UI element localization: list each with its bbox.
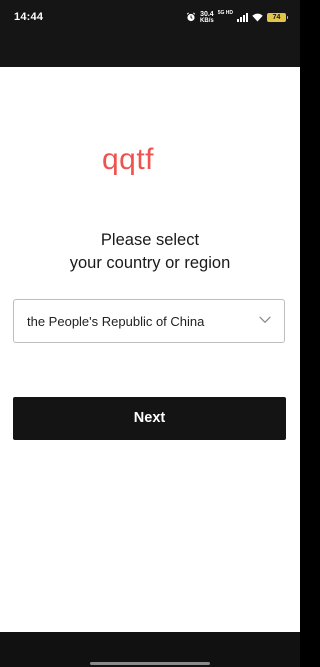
network-speed-value: 30.4 <box>200 10 214 18</box>
alarm-icon <box>186 12 196 22</box>
selected-country: the People's Republic of China <box>27 314 205 329</box>
status-time: 14:44 <box>14 11 44 23</box>
network-speed: 30.4 KB/s <box>200 11 214 24</box>
prompt-line-1: Please select <box>100 231 200 249</box>
signal-icon <box>237 12 248 22</box>
wifi-icon <box>252 13 263 22</box>
home-indicator[interactable] <box>90 662 210 665</box>
country-region-dropdown[interactable]: the People's Republic of China <box>13 299 285 343</box>
navigation-bar <box>0 632 300 667</box>
network-type-label: 5G HD <box>217 10 233 16</box>
app-screen: 14:44 30.4 KB/s 5G HD 74 qqtf Please sel… <box>0 0 300 667</box>
battery-icon: 74 <box>267 12 288 22</box>
chevron-down-icon <box>259 316 271 323</box>
app-logo: qqtf <box>101 143 155 176</box>
selection-prompt: Please select your country or region <box>0 229 300 275</box>
status-bar: 14:44 30.4 KB/s 5G HD 74 <box>0 0 300 67</box>
next-button[interactable]: Next <box>13 397 286 440</box>
prompt-line-2: your country or region <box>69 254 231 272</box>
network-speed-unit: KB/s <box>200 17 214 24</box>
status-icons: 30.4 KB/s 5G HD 74 <box>186 10 288 24</box>
